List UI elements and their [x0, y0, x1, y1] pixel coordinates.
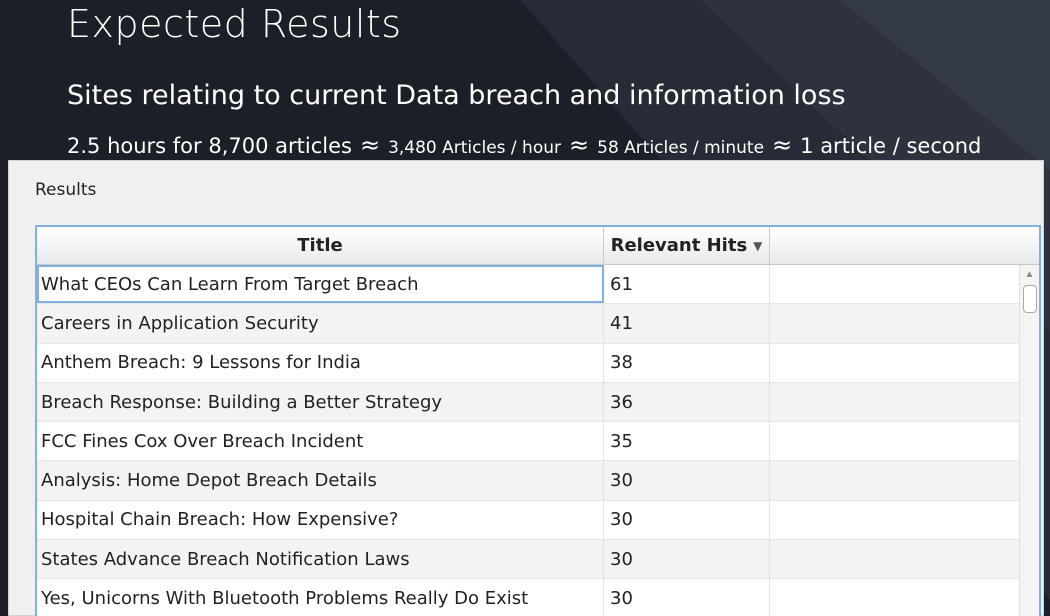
cell-title: Breach Response: Building a Better Strat…: [37, 382, 604, 422]
table-row[interactable]: States Advance Breach Notification Laws …: [37, 540, 1039, 580]
table-row[interactable]: Analysis: Home Depot Breach Details 30: [37, 461, 1039, 501]
cell-title: Yes, Unicorns With Bluetooth Problems Re…: [37, 579, 604, 616]
approx-symbol: ≈: [772, 131, 793, 159]
cell-title: Analysis: Home Depot Breach Details: [37, 461, 604, 500]
cell-hits: 38: [604, 343, 770, 382]
table-row[interactable]: What CEOs Can Learn From Target Breach 6…: [37, 265, 1039, 305]
table-row[interactable]: FCC Fines Cox Over Breach Incident 35: [37, 422, 1039, 462]
column-header-filler: [770, 227, 1039, 264]
cell-filler: [770, 304, 1039, 342]
table-row[interactable]: Yes, Unicorns With Bluetooth Problems Re…: [37, 579, 1039, 616]
cell-hits: 36: [604, 382, 770, 422]
scrollbar-thumb[interactable]: [1023, 285, 1037, 313]
cell-hits: 61: [604, 265, 770, 304]
vertical-scrollbar[interactable]: ▲: [1019, 265, 1039, 616]
column-header-hits-label: Relevant Hits: [610, 235, 748, 256]
cell-filler: [770, 344, 1039, 382]
cell-title: States Advance Breach Notification Laws: [37, 540, 604, 579]
stats-total: 2.5 hours for 8,700 articles: [67, 134, 352, 158]
slide-subtitle: Sites relating to current Data breach an…: [67, 80, 846, 111]
cell-title: Careers in Application Security: [37, 304, 604, 343]
table-header: Title Relevant Hits ▼: [37, 227, 1039, 265]
results-panel: Results Title Relevant Hits ▼ What CEOs …: [8, 160, 1044, 616]
column-header-title[interactable]: Title: [37, 227, 604, 264]
cell-hits: 41: [604, 304, 770, 343]
cell-hits: 30: [604, 579, 770, 616]
cell-title: Anthem Breach: 9 Lessons for India: [37, 343, 604, 382]
sort-descending-icon: ▼: [753, 238, 763, 253]
cell-filler: [770, 461, 1039, 499]
cell-filler: [770, 540, 1039, 578]
stats-per-second: 1 article / second: [800, 134, 982, 158]
cell-title: Hospital Chain Breach: How Expensive?: [37, 500, 604, 540]
results-table: Title Relevant Hits ▼ What CEOs Can Lear…: [35, 225, 1041, 616]
cell-filler: [770, 383, 1039, 421]
chevron-up-icon[interactable]: ▲: [1023, 268, 1036, 281]
cell-filler: [770, 422, 1039, 460]
table-body: What CEOs Can Learn From Target Breach 6…: [37, 265, 1039, 616]
approx-symbol: ≈: [359, 131, 381, 159]
cell-filler: [770, 265, 1012, 303]
cell-title: What CEOs Can Learn From Target Breach: [37, 265, 604, 304]
table-row[interactable]: Careers in Application Security 41: [37, 304, 1039, 344]
cell-filler: [770, 579, 1039, 616]
table-row[interactable]: Anthem Breach: 9 Lessons for India 38: [37, 343, 1039, 383]
column-header-relevant-hits[interactable]: Relevant Hits ▼: [604, 227, 770, 264]
table-row[interactable]: Breach Response: Building a Better Strat…: [37, 382, 1039, 423]
cell-filler: [770, 501, 1039, 539]
cell-hits: 30: [604, 540, 770, 579]
results-label: Results: [35, 180, 97, 200]
stats-per-minute: 58 Articles / minute: [597, 138, 765, 158]
table-row[interactable]: Hospital Chain Breach: How Expensive? 30: [37, 500, 1039, 541]
stats-per-hour: 3,480 Articles / hour: [388, 138, 562, 158]
throughput-stats: 2.5 hours for 8,700 articles ≈ 3,480 Art…: [67, 131, 981, 159]
cell-title: FCC Fines Cox Over Breach Incident: [37, 422, 604, 461]
slide-title: Expected Results: [67, 2, 402, 46]
cell-hits: 30: [604, 500, 770, 540]
approx-symbol: ≈: [569, 131, 590, 159]
cell-hits: 35: [604, 422, 770, 461]
column-header-title-label: Title: [297, 235, 343, 256]
cell-hits: 30: [604, 461, 770, 500]
